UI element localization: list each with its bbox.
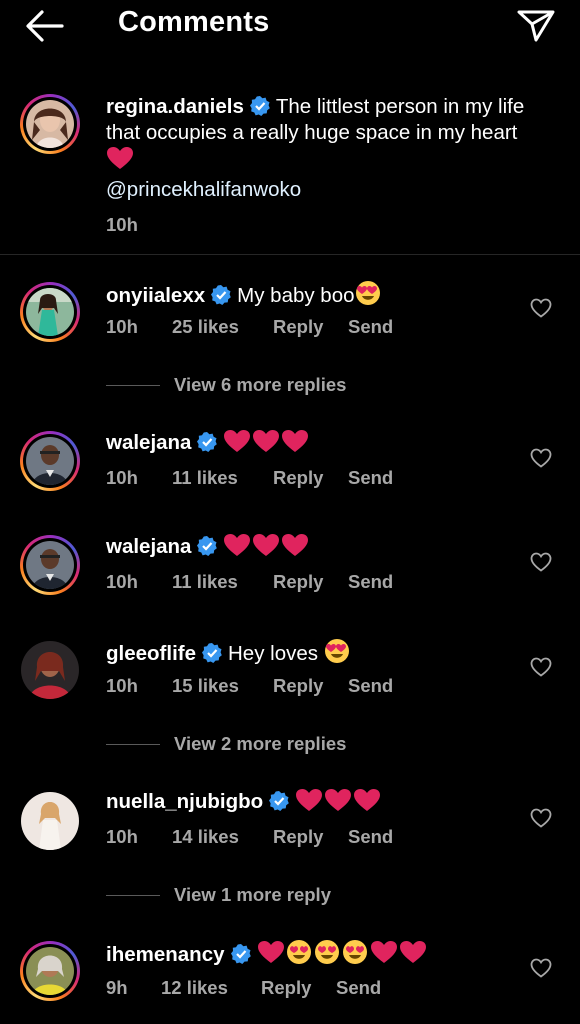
- reply-button[interactable]: Reply: [273, 571, 323, 593]
- divider: [0, 254, 580, 255]
- paper-plane-icon[interactable]: [516, 6, 556, 44]
- red-heart-emoji-icon: [106, 146, 134, 177]
- comment-likes[interactable]: 25 likes: [172, 316, 239, 338]
- comment-time: 10h: [106, 675, 138, 696]
- verified-badge-icon: [269, 791, 289, 811]
- verified-badge-icon: [249, 96, 270, 116]
- like-heart-icon[interactable]: [530, 298, 552, 318]
- hearts-and-heart-eyes-emoji-icon: [257, 939, 429, 972]
- heart-eyes-emoji-icon: [355, 280, 381, 313]
- send-button[interactable]: Send: [348, 826, 393, 848]
- avatar[interactable]: [20, 282, 80, 342]
- comment-likes[interactable]: 11 likes: [172, 571, 238, 593]
- verified-badge-icon: [230, 944, 251, 964]
- caption-mention[interactable]: @princekhalifanwoko: [106, 178, 301, 201]
- reply-button[interactable]: Reply: [273, 316, 323, 338]
- red-hearts-emoji-icon: [223, 533, 309, 564]
- comment-username[interactable]: ihemenancy: [106, 943, 225, 966]
- comment-likes[interactable]: 11 likes: [172, 467, 238, 489]
- comment-username[interactable]: gleeoflife: [106, 642, 196, 665]
- avatar-photo: [26, 947, 74, 995]
- avatar-photo: [21, 641, 79, 699]
- send-button[interactable]: Send: [336, 977, 381, 999]
- verified-badge-icon: [197, 432, 218, 452]
- verified-badge-icon: [211, 285, 231, 305]
- like-heart-icon[interactable]: [530, 958, 552, 978]
- like-heart-icon[interactable]: [530, 657, 552, 677]
- avatar-photo: [21, 792, 79, 850]
- verified-badge-icon: [197, 536, 218, 556]
- reply-button[interactable]: Reply: [261, 977, 311, 999]
- reply-button[interactable]: Reply: [273, 467, 323, 489]
- reply-button[interactable]: Reply: [273, 826, 323, 848]
- comment-time: 10h: [106, 571, 138, 592]
- comment-likes[interactable]: 15 likes: [172, 675, 239, 697]
- reply-button[interactable]: Reply: [273, 675, 323, 697]
- comment-username[interactable]: walejana: [106, 535, 191, 558]
- send-button[interactable]: Send: [348, 467, 393, 489]
- caption-text: regina.daniels The littlest person in my …: [106, 94, 546, 203]
- comment-username[interactable]: onyiialexx: [106, 284, 205, 307]
- send-button[interactable]: Send: [348, 675, 393, 697]
- heart-eyes-emoji-icon: [324, 638, 350, 671]
- caption-username[interactable]: regina.daniels: [106, 95, 244, 118]
- red-hearts-emoji-icon: [223, 429, 309, 460]
- send-button[interactable]: Send: [348, 571, 393, 593]
- like-heart-icon[interactable]: [530, 448, 552, 468]
- comment-text: Hey loves: [228, 642, 319, 665]
- comment-time: 9h: [106, 977, 128, 998]
- send-button[interactable]: Send: [348, 316, 393, 338]
- view-more-line: [106, 895, 160, 896]
- red-hearts-emoji-icon: [295, 788, 381, 819]
- avatar[interactable]: [20, 431, 80, 491]
- like-heart-icon[interactable]: [530, 552, 552, 572]
- comment-text: My baby boo: [237, 284, 355, 307]
- avatar[interactable]: [20, 94, 80, 154]
- view-more-line: [106, 385, 160, 386]
- comment-likes[interactable]: 12 likes: [161, 977, 228, 999]
- comment-username[interactable]: walejana: [106, 431, 191, 454]
- like-heart-icon[interactable]: [530, 808, 552, 828]
- view-more-line: [106, 744, 160, 745]
- post-caption: regina.daniels The littlest person in my …: [0, 80, 580, 250]
- comment-username[interactable]: nuella_njubigbo: [106, 790, 263, 813]
- avatar-photo: [26, 437, 74, 485]
- comment-time: 10h: [106, 316, 138, 337]
- avatar[interactable]: [21, 641, 79, 699]
- avatar-photo: [26, 541, 74, 589]
- header-bar: Comments: [0, 0, 580, 54]
- avatar-photo: [26, 288, 74, 336]
- page-title: Comments: [118, 6, 270, 38]
- avatar[interactable]: [21, 792, 79, 850]
- comment-time: 10h: [106, 467, 138, 488]
- comment-time: 10h: [106, 826, 138, 847]
- avatar[interactable]: [20, 535, 80, 595]
- caption-time: 10h: [106, 214, 138, 235]
- verified-badge-icon: [202, 643, 222, 663]
- avatar[interactable]: [20, 941, 80, 1001]
- comment-likes[interactable]: 14 likes: [172, 826, 239, 848]
- back-arrow-icon[interactable]: [24, 8, 64, 44]
- avatar-photo: [26, 100, 74, 148]
